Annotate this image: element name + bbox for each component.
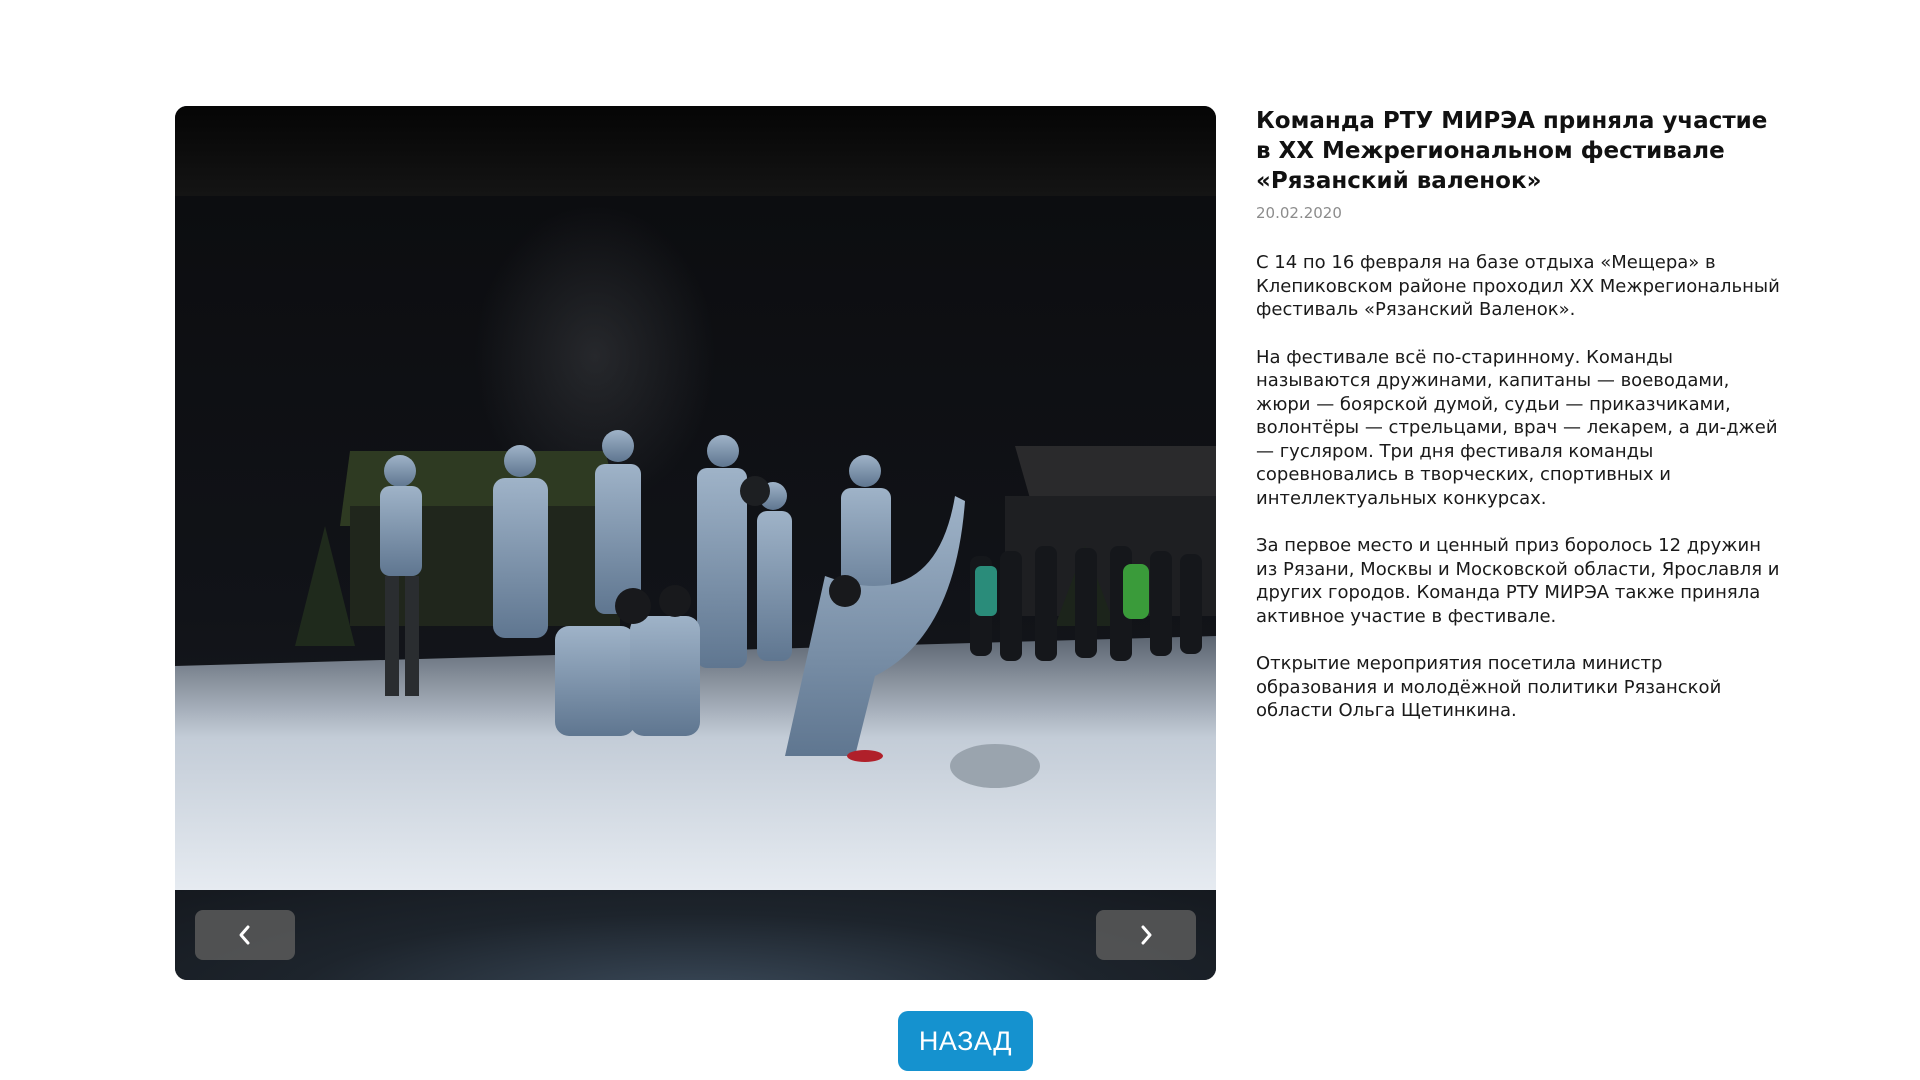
gallery-top-bar [175,106,1216,196]
news-article: Команда РТУ МИРЭА приняла участие в XX М… [1256,106,1780,723]
back-button[interactable]: НАЗАД [898,1011,1033,1071]
article-paragraph: На фестивале всё по-старинному. Команды … [1256,346,1778,509]
chevron-left-icon [239,925,250,945]
gallery-next-button[interactable] [1096,910,1196,960]
article-paragraph: Открытие мероприятия посетила министр об… [1256,653,1722,721]
chevron-right-icon [1141,925,1152,945]
article-body: С 14 по 16 февраля на базе отдыха «Мещер… [1256,251,1780,723]
gallery-bottom-bar [175,890,1216,980]
festival-photo [175,196,1216,890]
article-paragraph: За первое место и ценный приз боролось 1… [1256,535,1780,627]
gallery-photo [175,196,1216,890]
photo-gallery [175,106,1216,980]
gallery-prev-button[interactable] [195,910,295,960]
page: Команда РТУ МИРЭА приняла участие в XX М… [0,0,1920,1080]
article-date: 20.02.2020 [1256,204,1342,222]
article-paragraph: С 14 по 16 февраля на базе отдыха «Мещер… [1256,252,1780,320]
article-title: Команда РТУ МИРЭА приняла участие в XX М… [1256,108,1768,194]
